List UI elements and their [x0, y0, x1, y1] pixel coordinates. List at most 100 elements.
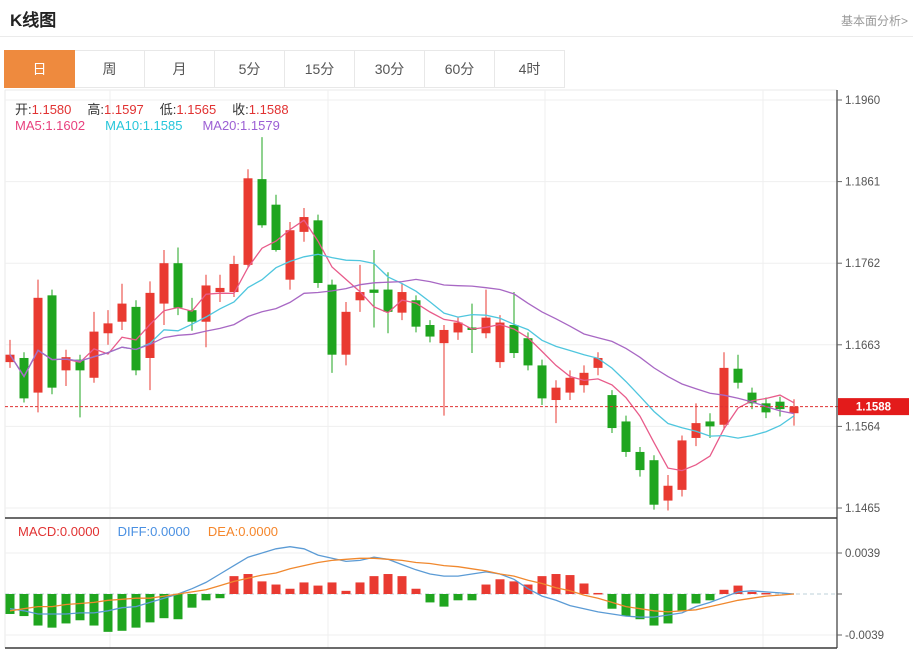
- macd-bar: [19, 594, 29, 617]
- period-tab-5[interactable]: 30分: [354, 50, 425, 88]
- y-axis-label: 1.1861: [845, 177, 880, 189]
- y-axis-label: 1.1762: [845, 258, 880, 270]
- last-price-badge-text: 1.1588: [856, 402, 892, 414]
- candle-body: [481, 317, 491, 334]
- readout-item: DEA:0.0000: [207, 524, 279, 539]
- macd-bar: [691, 594, 701, 604]
- candle-body: [425, 325, 435, 337]
- candle-body: [257, 179, 267, 226]
- macd-bar: [383, 574, 393, 594]
- candle-body: [551, 387, 561, 401]
- y-axis-label: 1.1960: [845, 95, 880, 107]
- candle-body: [369, 289, 379, 293]
- macd-bar: [201, 594, 211, 601]
- macd-bar: [313, 585, 323, 594]
- period-tab-0[interactable]: 日: [4, 50, 75, 88]
- macd-bar: [439, 594, 449, 607]
- macd-bar: [355, 582, 365, 594]
- macd-bar: [551, 574, 561, 594]
- macd-bar: [75, 594, 85, 621]
- candle-body: [649, 460, 659, 505]
- readout-item: 开:1.1580: [15, 102, 72, 117]
- macd-bar: [635, 594, 645, 620]
- macd-bar: [677, 594, 687, 611]
- ma5-line: [9, 219, 795, 472]
- y-axis-label: 1.1465: [845, 503, 880, 515]
- candle-body: [775, 401, 785, 410]
- candle-body: [341, 311, 351, 355]
- candle-body: [47, 295, 57, 388]
- candle-body: [733, 368, 743, 383]
- candle-body: [635, 451, 645, 471]
- candle-body: [677, 440, 687, 490]
- readout-item: MA5:1.1602: [15, 118, 86, 133]
- period-tab-6[interactable]: 60分: [424, 50, 495, 88]
- candle-body: [411, 300, 421, 327]
- candle-body: [327, 284, 337, 355]
- macd-bar: [705, 594, 715, 601]
- candle-body: [145, 292, 155, 358]
- period-tabs: 日周月 5分 15分 30分 60分 4时: [4, 50, 565, 88]
- macd-bar: [229, 576, 239, 594]
- macd-bar: [173, 594, 183, 620]
- readout-item: MA10:1.1585: [105, 118, 183, 133]
- macd-bar: [369, 576, 379, 594]
- macd-bar: [495, 579, 505, 594]
- readout-item: MACD:0.0000: [18, 524, 100, 539]
- candle-body: [439, 329, 449, 344]
- macd-bar: [299, 582, 309, 594]
- candle-body: [537, 365, 547, 399]
- candle-body: [313, 220, 323, 283]
- macd-bar: [663, 594, 673, 624]
- macd-bar: [761, 592, 771, 595]
- macd-bar: [467, 594, 477, 601]
- macd-bar: [509, 581, 519, 594]
- macd-bar: [593, 592, 603, 595]
- candle-body: [33, 297, 43, 393]
- macd-bar: [411, 588, 421, 594]
- macd-bar: [341, 590, 351, 594]
- candle-body: [705, 421, 715, 427]
- candle-body: [117, 303, 127, 322]
- macd-bar: [89, 594, 99, 626]
- macd-bar: [425, 594, 435, 603]
- macd-bar: [187, 594, 197, 608]
- chart-canvas[interactable]: 1.1960 1.1861 1.1762 1.1663 1.1564 1.1465 0.00…: [0, 0, 913, 650]
- candle-body: [593, 357, 603, 368]
- macd-bar: [719, 589, 729, 594]
- candle-body: [355, 292, 365, 301]
- candle-body: [215, 287, 225, 293]
- readout-item: 高:1.1597: [87, 102, 144, 117]
- candle-body: [173, 263, 183, 308]
- macd-bar: [579, 583, 589, 594]
- candle-body: [523, 338, 533, 366]
- candle-body: [19, 357, 29, 399]
- period-tab-1[interactable]: 周: [74, 50, 145, 88]
- candle-body: [243, 178, 253, 265]
- macd-axis-label: 0.0039: [845, 548, 880, 560]
- macd-bar: [327, 582, 337, 594]
- macd-bar: [285, 588, 295, 594]
- readout-item: DIFF:0.0000: [117, 524, 190, 539]
- macd-bar: [271, 584, 281, 594]
- macd-bar: [215, 594, 225, 599]
- candle-body: [159, 263, 169, 304]
- macd-bar: [747, 591, 757, 594]
- period-tab-4[interactable]: 15分: [284, 50, 355, 88]
- period-tab-7[interactable]: 4时: [494, 50, 565, 88]
- page-title: K线图: [10, 11, 57, 30]
- macd-bar: [257, 581, 267, 594]
- candle-body: [495, 322, 505, 363]
- candle-body: [607, 395, 617, 429]
- macd-bar: [397, 576, 407, 594]
- fundamental-analysis-link[interactable]: 基本面分析>: [841, 12, 908, 29]
- readout-item: 收:1.1588: [232, 102, 289, 117]
- candle-body: [663, 485, 673, 501]
- readout-item: 低:1.1565: [159, 102, 217, 117]
- macd-bar: [33, 594, 43, 626]
- candle-body: [453, 322, 463, 333]
- period-tab-3[interactable]: 5分: [214, 50, 285, 88]
- candle-body: [789, 406, 799, 414]
- period-tab-2[interactable]: 月: [144, 50, 215, 88]
- ohlc-readout: 开:1.1580 高:1.1597 低:1.1565 收:1.1588: [15, 99, 305, 118]
